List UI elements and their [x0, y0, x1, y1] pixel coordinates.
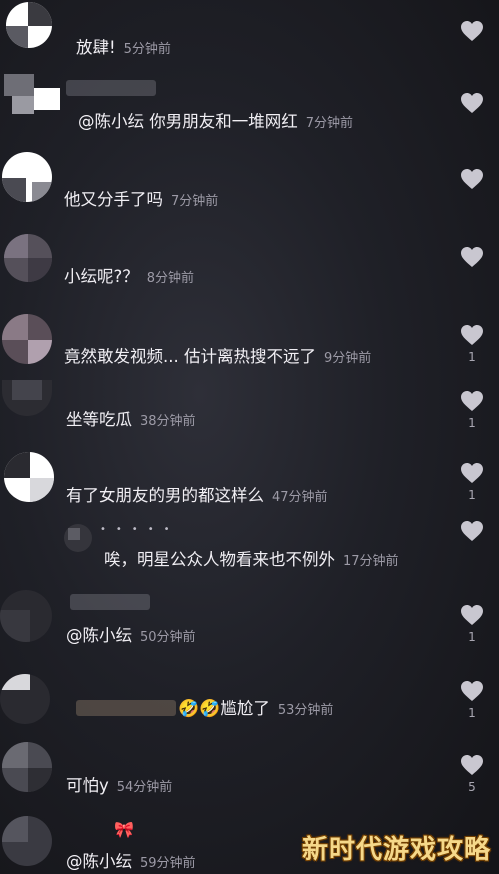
comment-text: 你男朋友和一堆网红: [149, 112, 298, 131]
comment-text-row: 可怕y 54分钟前: [66, 772, 172, 796]
comment-item[interactable]: @陈小纭 50分钟前 1: [0, 590, 499, 670]
blurred-username: [70, 594, 150, 610]
comment-time: 47分钟前: [272, 490, 328, 505]
heart-icon: [460, 168, 484, 190]
comment-text-row: 坐等吃瓜 38分钟前: [66, 406, 196, 430]
comment-text: 尴尬了: [220, 699, 270, 718]
avatar[interactable]: [64, 524, 92, 552]
heart-icon: [460, 92, 484, 114]
comment-item[interactable]: 竟然敢发视频... 估计离热搜不远了 9分钟前 1: [0, 310, 499, 380]
like-button[interactable]: 5: [459, 754, 485, 794]
avatar[interactable]: [2, 152, 52, 202]
comment-text-row: 有了女朋友的男的都这样么 47分钟前: [66, 482, 328, 506]
comment-item[interactable]: 🤣🤣尴尬了 53分钟前 1: [0, 670, 499, 740]
comment-text: 有了女朋友的男的都这样么: [66, 486, 264, 505]
comment-text: 可怕y: [66, 776, 109, 795]
comment-item[interactable]: 小纭呢?？ 8分钟前: [0, 230, 499, 310]
comment-item[interactable]: 可怕y 54分钟前 5: [0, 740, 499, 810]
heart-icon: [460, 520, 484, 542]
like-button[interactable]: 1: [459, 324, 485, 364]
heart-icon: [460, 462, 484, 484]
like-button[interactable]: 1: [459, 604, 485, 644]
comment-item[interactable]: 他又分手了吗 7分钟前: [0, 150, 499, 230]
emoji: 🤣🤣: [178, 699, 221, 719]
avatar[interactable]: [2, 314, 52, 364]
blurred-username: •••••: [100, 524, 180, 535]
like-count: 1: [468, 488, 476, 502]
heart-icon: [460, 390, 484, 412]
comment-time: 59分钟前: [140, 856, 196, 871]
avatar[interactable]: [0, 674, 50, 724]
comment-text: 他又分手了吗: [64, 190, 163, 209]
avatar[interactable]: [0, 590, 52, 642]
bow-icon: 🎀: [114, 820, 134, 839]
comment-time: 9分钟前: [323, 351, 372, 366]
avatar[interactable]: [4, 234, 52, 282]
comment-text: 小纭呢?？: [64, 267, 139, 286]
like-button[interactable]: 1: [459, 462, 485, 502]
heart-icon: [460, 20, 484, 42]
heart-icon: [460, 754, 484, 776]
comment-text-row: 他又分手了吗 7分钟前: [64, 186, 218, 210]
comment-text-row: 小纭呢?？ 8分钟前: [64, 263, 194, 287]
comment-time: 53分钟前: [277, 703, 334, 718]
like-button[interactable]: [459, 246, 485, 268]
blurred-username: [66, 80, 156, 96]
mention-link[interactable]: @陈小纭: [66, 626, 132, 645]
comment-item[interactable]: 放肆! 5分钟前: [0, 0, 499, 70]
heart-icon: [460, 680, 484, 702]
comment-time: 5分钟前: [123, 42, 171, 57]
comment-text: 竟然敢发视频... 估计离热搜不远了: [64, 347, 316, 366]
like-button[interactable]: [459, 20, 485, 42]
comment-text-row: 放肆! 5分钟前: [76, 34, 171, 58]
avatar[interactable]: [4, 452, 54, 502]
like-count: 1: [468, 350, 476, 364]
comment-text: 坐等吃瓜: [66, 410, 132, 429]
comment-item[interactable]: 坐等吃瓜 38分钟前 1: [0, 380, 499, 450]
avatar[interactable]: [2, 742, 52, 792]
watermark: 新时代游戏攻略: [301, 835, 491, 865]
like-count: 1: [468, 416, 476, 430]
comment-time: 7分钟前: [305, 116, 354, 131]
like-count: 1: [468, 706, 476, 720]
comment-time: 54分钟前: [116, 780, 173, 795]
comment-text-row: @陈小纭 50分钟前: [66, 622, 196, 646]
comment-item[interactable]: @陈小纭 你男朋友和一堆网红 7分钟前: [0, 70, 499, 150]
like-button[interactable]: 1: [459, 390, 485, 430]
mention-link[interactable]: @陈小纭: [78, 112, 144, 131]
comment-text-row: @陈小纭 59分钟前: [66, 848, 196, 872]
mention-link[interactable]: @陈小纭: [66, 852, 132, 871]
comment-text: 唉，明星公众人物看来也不例外: [104, 550, 335, 569]
comment-time: 17分钟前: [343, 554, 399, 569]
comment-time: 38分钟前: [140, 414, 196, 429]
comment-text-row: 🤣🤣尴尬了 53分钟前: [178, 695, 333, 719]
avatar[interactable]: [2, 380, 52, 416]
comment-item[interactable]: 有了女朋友的男的都这样么 47分钟前 1: [0, 450, 499, 510]
like-button[interactable]: 1: [459, 680, 485, 720]
like-count: 1: [468, 630, 476, 644]
comment-time: 7分钟前: [171, 194, 219, 209]
avatar[interactable]: [4, 74, 64, 124]
comment-text-row: 唉，明星公众人物看来也不例外 17分钟前: [104, 546, 399, 570]
avatar[interactable]: [6, 2, 52, 48]
heart-icon: [460, 604, 484, 626]
comment-time: 8分钟前: [146, 271, 195, 286]
like-count: 5: [468, 780, 476, 794]
like-button[interactable]: [459, 168, 485, 190]
comment-time: 50分钟前: [140, 630, 196, 645]
comment-text-row: @陈小纭 你男朋友和一堆网红 7分钟前: [78, 108, 353, 132]
avatar[interactable]: [2, 816, 52, 866]
like-button[interactable]: [459, 520, 485, 542]
heart-icon: [460, 324, 484, 346]
reply-item[interactable]: ••••• 唉，明星公众人物看来也不例外 17分钟前: [0, 510, 499, 590]
like-button[interactable]: [459, 92, 485, 114]
comment-text: 放肆!: [76, 38, 116, 57]
heart-icon: [460, 246, 484, 268]
blurred-username: [76, 700, 176, 716]
comment-text-row: 竟然敢发视频... 估计离热搜不远了 9分钟前: [64, 343, 371, 367]
